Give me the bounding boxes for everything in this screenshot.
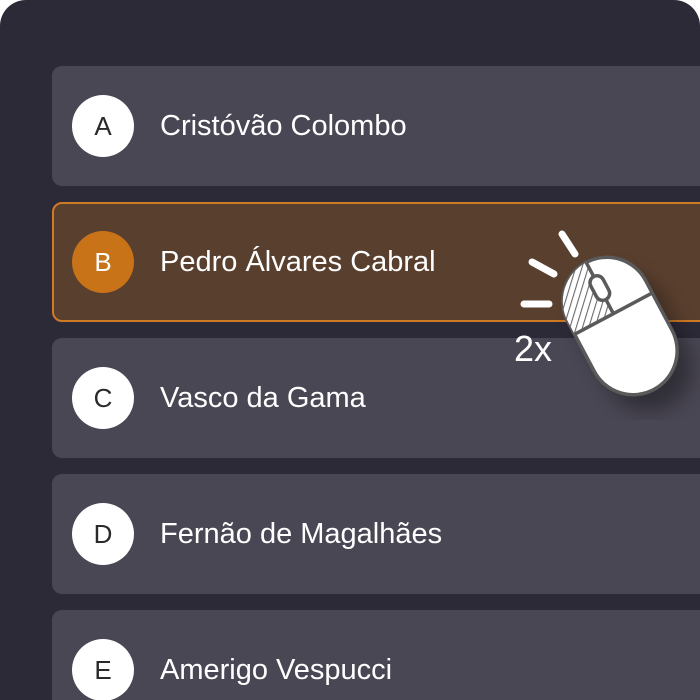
option-label: Vasco da Gama	[160, 382, 366, 414]
double-click-label: 2x	[514, 328, 553, 369]
quiz-panel: A Cristóvão Colombo B Pedro Álvares Cabr…	[0, 0, 700, 700]
option-d[interactable]: D Fernão de Magalhães	[52, 474, 700, 594]
mouse-double-click-icon	[520, 230, 693, 412]
option-a[interactable]: A Cristóvão Colombo	[52, 66, 700, 186]
option-label: Amerigo Vespucci	[160, 654, 393, 686]
option-letter-badge: E	[72, 639, 134, 700]
option-letter-badge: C	[72, 367, 134, 429]
option-label: Fernão de Magalhães	[160, 518, 443, 550]
option-e[interactable]: E Amerigo Vespucci	[52, 610, 700, 700]
option-letter-badge: A	[72, 95, 134, 157]
option-label: Cristóvão Colombo	[160, 110, 407, 142]
option-letter-badge: D	[72, 503, 134, 565]
option-label: Pedro Álvares Cabral	[160, 246, 436, 278]
option-letter-badge: B	[72, 231, 134, 293]
double-click-hint: 2x	[500, 220, 700, 420]
